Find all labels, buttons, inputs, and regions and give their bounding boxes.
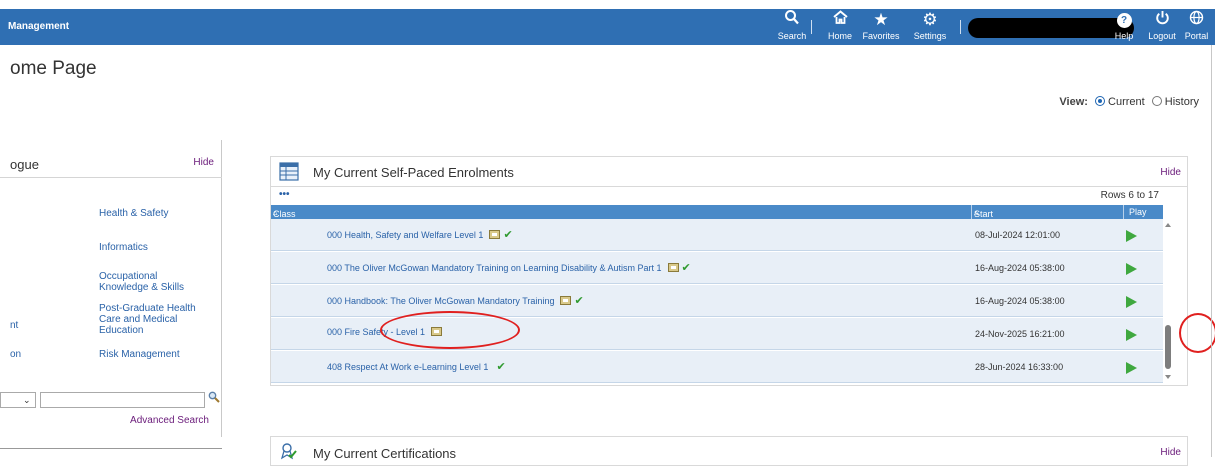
scroll-down-icon[interactable]: [1165, 375, 1171, 379]
table-header: Class ▵ Start Date ▵ Play: [271, 205, 1163, 229]
table-row: 000 Handbook: The Oliver McGowan Mandato…: [271, 285, 1163, 317]
checkmark-icon: ✔: [503, 229, 513, 241]
play-icon[interactable]: [1126, 296, 1137, 308]
nav-favorites-button[interactable]: ★ Favorites: [859, 9, 903, 45]
enrolments-header: My Current Self-Paced Enrolments Hide: [271, 157, 1187, 187]
column-divider: [1123, 205, 1124, 219]
catalogue-search-select[interactable]: ⌄: [0, 392, 36, 408]
nav-favorites-label: Favorites: [862, 31, 900, 41]
chevron-down-icon: ⌄: [23, 395, 31, 405]
app-title: Management: [8, 21, 70, 32]
category-fragment[interactable]: on: [10, 349, 21, 360]
column-class-header[interactable]: Class ▵: [273, 207, 296, 219]
column-start-date-header[interactable]: Start Date ▵: [974, 207, 993, 229]
scrollbar-thumb[interactable]: [1165, 325, 1171, 369]
certifications-panel: My Current Certifications Hide: [270, 436, 1188, 466]
nav-search-label: Search: [777, 31, 807, 41]
class-link[interactable]: 000 Health, Safety and Welfare Level 1 ✔: [327, 228, 513, 241]
category-informatics[interactable]: Informatics: [99, 242, 148, 253]
table-scrollbar[interactable]: [1164, 219, 1173, 384]
view-history-label: History: [1164, 96, 1199, 108]
nav-separator: [960, 20, 961, 34]
category-risk-management[interactable]: Risk Management: [99, 349, 180, 360]
checkmark-icon: ✔: [496, 361, 506, 373]
table-row: 000 Health, Safety and Welfare Level 1 ✔ …: [271, 219, 1163, 251]
enrolments-hide-link[interactable]: Hide: [1160, 167, 1181, 178]
view-current-radio[interactable]: [1095, 96, 1106, 106]
resource-icon[interactable]: [560, 296, 572, 305]
class-link[interactable]: 000 The Oliver McGowan Mandatory Trainin…: [327, 261, 691, 274]
nav-home-label: Home: [827, 31, 852, 41]
checkmark-icon: ✔: [574, 295, 584, 307]
class-link[interactable]: 000 Handbook: The Oliver McGowan Mandato…: [327, 294, 584, 307]
view-current-label: Current: [1108, 96, 1145, 108]
table-row: 408 Respect At Work e-Learning Level 1 ✔ …: [271, 351, 1163, 383]
page-title: ome Page: [10, 58, 97, 79]
play-icon[interactable]: [1126, 263, 1137, 275]
table-row: 000 The Oliver McGowan Mandatory Trainin…: [271, 252, 1163, 284]
catalogue-search-row: ⌄: [0, 390, 222, 412]
search-icon[interactable]: [208, 390, 220, 403]
nav-settings-button[interactable]: ⚙ Settings: [908, 9, 952, 45]
resource-icon[interactable]: [489, 230, 501, 239]
category-postgraduate-education[interactable]: Post-Graduate Health Care and Medical Ed…: [99, 303, 209, 336]
certifications-title: My Current Certifications: [313, 446, 457, 461]
certifications-hide-link[interactable]: Hide: [1160, 447, 1181, 458]
start-date: 28-Jun-2024 16:33:00: [975, 362, 1064, 372]
home-icon: [818, 9, 862, 30]
start-date: 08-Jul-2024 12:01:00: [975, 230, 1061, 240]
catalogue-title: ogue: [10, 157, 39, 172]
column-play-header: Play: [1129, 207, 1147, 217]
page-right-border: [1211, 45, 1212, 457]
start-date: 24-Nov-2025 16:21:00: [975, 329, 1065, 339]
more-options-icon[interactable]: •••: [279, 189, 290, 200]
advanced-search-link[interactable]: Advanced Search: [130, 415, 209, 426]
category-fragment[interactable]: nt: [10, 320, 18, 331]
start-date: 16-Aug-2024 05:38:00: [975, 263, 1065, 273]
star-icon: ★: [873, 10, 889, 29]
gear-icon: ⚙: [922, 10, 938, 29]
globe-icon: [1178, 9, 1215, 30]
search-icon: [770, 9, 814, 30]
category-occupational-knowledge[interactable]: Occupational Knowledge & Skills: [99, 271, 209, 293]
catalogue-footer-divider: [0, 448, 222, 449]
scroll-up-icon[interactable]: [1165, 223, 1171, 227]
catalogue-header: ogue Hide: [0, 148, 222, 178]
certificate-icon: [279, 442, 297, 460]
start-date: 16-Aug-2024 05:38:00: [975, 296, 1065, 306]
nav-settings-label: Settings: [913, 31, 947, 41]
table-icon: [279, 162, 299, 181]
enrolments-title: My Current Self-Paced Enrolments: [313, 165, 514, 180]
catalogue-panel: ogue Hide Health & Safety Informatics Oc…: [0, 140, 222, 449]
category-health-safety[interactable]: Health & Safety: [99, 208, 168, 219]
nav-search-button[interactable]: Search: [770, 9, 814, 45]
top-bar: Management Search Home ★ Favorites ⚙ Set…: [0, 9, 1215, 45]
play-icon[interactable]: [1126, 329, 1137, 341]
enrolments-panel: My Current Self-Paced Enrolments Hide ••…: [270, 156, 1188, 386]
nav-home-button[interactable]: Home: [818, 9, 862, 45]
nav-portal-button[interactable]: Portal: [1178, 9, 1215, 45]
annotation-oval: [380, 311, 520, 349]
column-divider: [971, 205, 972, 219]
nav-portal-label: Portal: [1184, 31, 1209, 41]
view-toggle: View: Current History: [1059, 96, 1199, 108]
play-icon[interactable]: [1126, 230, 1137, 242]
view-history-radio[interactable]: [1151, 96, 1162, 106]
catalogue-hide-link[interactable]: Hide: [193, 157, 214, 168]
rows-range-label: Rows 6 to 17: [1100, 190, 1159, 201]
play-icon[interactable]: [1126, 362, 1137, 374]
class-link[interactable]: 408 Respect At Work e-Learning Level 1 ✔: [327, 360, 506, 373]
view-label: View:: [1059, 96, 1088, 108]
nav-separator: [811, 20, 812, 34]
checkmark-icon: ✔: [681, 262, 691, 274]
annotation-circle: [1179, 313, 1215, 353]
resource-icon[interactable]: [667, 263, 679, 272]
catalogue-search-input[interactable]: [40, 392, 205, 408]
